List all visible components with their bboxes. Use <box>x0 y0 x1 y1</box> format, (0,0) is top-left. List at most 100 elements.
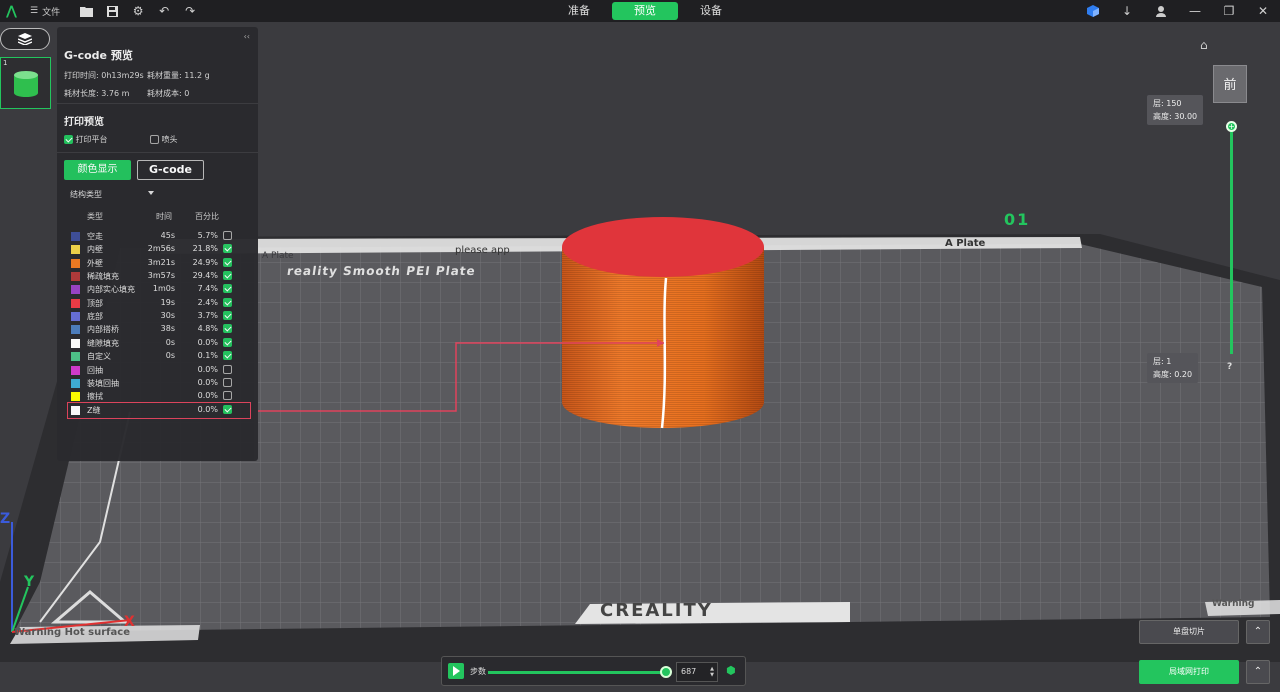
legend-row: 顶部 19s 2.4% <box>69 297 249 310</box>
axis-z-label: Z <box>0 511 11 527</box>
collapse-panel-icon[interactable]: ‹‹ <box>244 32 250 41</box>
top-layer-number: 层: 150 <box>1153 99 1182 108</box>
legend-visibility-checkbox[interactable] <box>223 391 232 401</box>
download-icon[interactable]: ↓ <box>1110 1 1144 21</box>
user-icon[interactable] <box>1144 1 1178 21</box>
legend-row: 缝隙填充 0s 0.0% <box>69 337 249 350</box>
legend-visibility-checkbox[interactable] <box>223 257 232 267</box>
tab-prepare[interactable]: 准备 <box>546 2 612 20</box>
legend-percent: 21.8% <box>192 244 218 254</box>
print-time: 打印时间: 0h13m29s <box>64 71 144 80</box>
play-button[interactable] <box>448 663 464 679</box>
legend-visibility-checkbox[interactable] <box>223 337 232 347</box>
lan-print-button[interactable]: 局域网打印 <box>1139 660 1239 684</box>
open-folder-icon[interactable] <box>76 1 96 21</box>
plate-thumbnail[interactable]: 1 <box>0 57 51 109</box>
legend-row: 装填回抽 0.0% <box>69 377 249 390</box>
legend-type: Z缝 <box>87 405 101 415</box>
print-options-chevron-up-icon[interactable]: ⌃ <box>1246 660 1270 684</box>
legend-time: 0s <box>165 337 175 347</box>
stepper-arrows-icon[interactable]: ▲ ▼ <box>710 666 714 678</box>
legend-color-swatch <box>71 272 80 282</box>
bottom-layer-number: 层: 1 <box>1153 357 1172 366</box>
gcode-button[interactable]: G-code <box>137 160 204 180</box>
panel-title: G-code 预览 <box>64 49 133 62</box>
model-store-icon[interactable] <box>1076 1 1110 21</box>
legend-visibility-checkbox[interactable] <box>223 297 232 307</box>
bottom-layer-height: 高度: 0.20 <box>1153 370 1193 379</box>
step-slider-track[interactable] <box>488 671 666 674</box>
3d-layers-icon[interactable]: ⬢ <box>726 665 738 677</box>
restore-icon[interactable]: ❐ <box>1212 1 1246 21</box>
legend-row: 底部 30s 3.7% <box>69 310 249 323</box>
top-layer-info: 层: 150 高度: 30.00 <box>1147 95 1204 125</box>
show-nozzle-toggle[interactable]: 喷头 <box>150 134 178 145</box>
layers-icon <box>18 33 32 45</box>
legend-visibility-checkbox[interactable] <box>223 231 232 240</box>
legend-color-swatch <box>71 298 80 308</box>
structure-type-select[interactable]: 结构类型 <box>70 189 154 200</box>
legend-time: 19s <box>160 297 175 307</box>
legend-color-swatch <box>71 285 80 295</box>
slice-options-chevron-up-icon[interactable]: ⌃ <box>1246 620 1270 644</box>
layer-slider-top-handle[interactable]: + <box>1226 121 1237 132</box>
save-icon[interactable] <box>102 1 122 21</box>
legend-visibility-checkbox[interactable] <box>223 364 232 374</box>
legend-percent: 24.9% <box>192 257 218 267</box>
legend-color-swatch <box>71 392 80 402</box>
legend-visibility-checkbox[interactable] <box>223 271 232 281</box>
legend-type: 空走 <box>87 232 103 241</box>
file-menu[interactable]: ☰ 文件 <box>30 5 60 18</box>
show-nozzle-checkbox[interactable] <box>150 135 159 144</box>
slice-plate-button[interactable]: 单盘切片 <box>1139 620 1239 644</box>
axis-x-label: X <box>124 614 135 630</box>
axis-y-label: Y <box>24 574 35 590</box>
layer-slider-track[interactable] <box>1230 126 1233 354</box>
bed-please-text: please app <box>455 245 510 256</box>
legend-visibility-checkbox[interactable] <box>223 311 232 321</box>
legend-row: Z缝 0.0% <box>67 401 251 419</box>
legend-visibility-checkbox[interactable] <box>223 351 232 361</box>
minimize-icon[interactable]: — <box>1178 1 1212 21</box>
legend-percent: 0.0% <box>197 377 218 387</box>
legend-time: 38s <box>160 324 175 334</box>
legend-visibility-checkbox[interactable] <box>223 284 232 294</box>
plate-model-thumbnail <box>14 71 38 97</box>
legend-row: 内部搭桥 38s 4.8% <box>69 323 249 336</box>
help-icon[interactable]: ? <box>1227 362 1232 372</box>
plate-number: 1 <box>3 59 8 67</box>
undo-icon[interactable]: ↶ <box>154 1 174 21</box>
legend-visibility-checkbox[interactable] <box>223 377 232 387</box>
view-cube[interactable]: 前 <box>1213 65 1247 103</box>
tab-preview[interactable]: 预览 <box>612 2 678 20</box>
legend-type: 稀疏填充 <box>87 272 119 282</box>
legend-visibility-checkbox[interactable] <box>223 244 232 254</box>
show-bed-checkbox[interactable] <box>64 135 73 144</box>
color-display-button[interactable]: 颜色显示 <box>64 160 131 180</box>
step-input[interactable]: 687 ▲ ▼ <box>676 662 718 682</box>
top-layer-height: 高度: 30.00 <box>1153 112 1198 121</box>
legend-visibility-checkbox[interactable] <box>223 404 232 414</box>
settings-gear-icon[interactable]: ⚙ <box>128 1 148 21</box>
workflow-tabs: 准备 预览 设备 <box>546 2 744 20</box>
legend-type: 内部实心填充 <box>87 285 135 295</box>
legend-color-swatch <box>71 312 80 322</box>
show-bed-toggle[interactable]: 打印平台 <box>64 134 108 145</box>
bed-brand: CREALITY <box>600 600 713 621</box>
bed-warning-right: Warning <box>1212 599 1255 609</box>
bed-plate-text: reality Smooth PEI Plate <box>286 264 477 278</box>
legend-visibility-checkbox[interactable] <box>223 324 232 334</box>
layer-view-button[interactable] <box>0 28 50 50</box>
legend-type: 擦拭 <box>87 392 103 402</box>
app-logo-icon[interactable]: ⋀ <box>0 4 30 19</box>
home-view-icon[interactable]: ⌂ <box>1200 38 1208 52</box>
divider <box>57 103 258 104</box>
column-time: 时间 <box>156 212 172 221</box>
window-controls: ↓ — ❐ ✕ <box>1076 0 1280 22</box>
close-icon[interactable]: ✕ <box>1246 1 1280 21</box>
step-slider-handle[interactable] <box>660 666 672 678</box>
tab-device[interactable]: 设备 <box>678 2 744 20</box>
legend-type: 缝隙填充 <box>87 338 119 348</box>
filament-length: 耗材长度: 3.76 m <box>64 89 130 98</box>
redo-icon[interactable]: ↷ <box>180 1 200 21</box>
